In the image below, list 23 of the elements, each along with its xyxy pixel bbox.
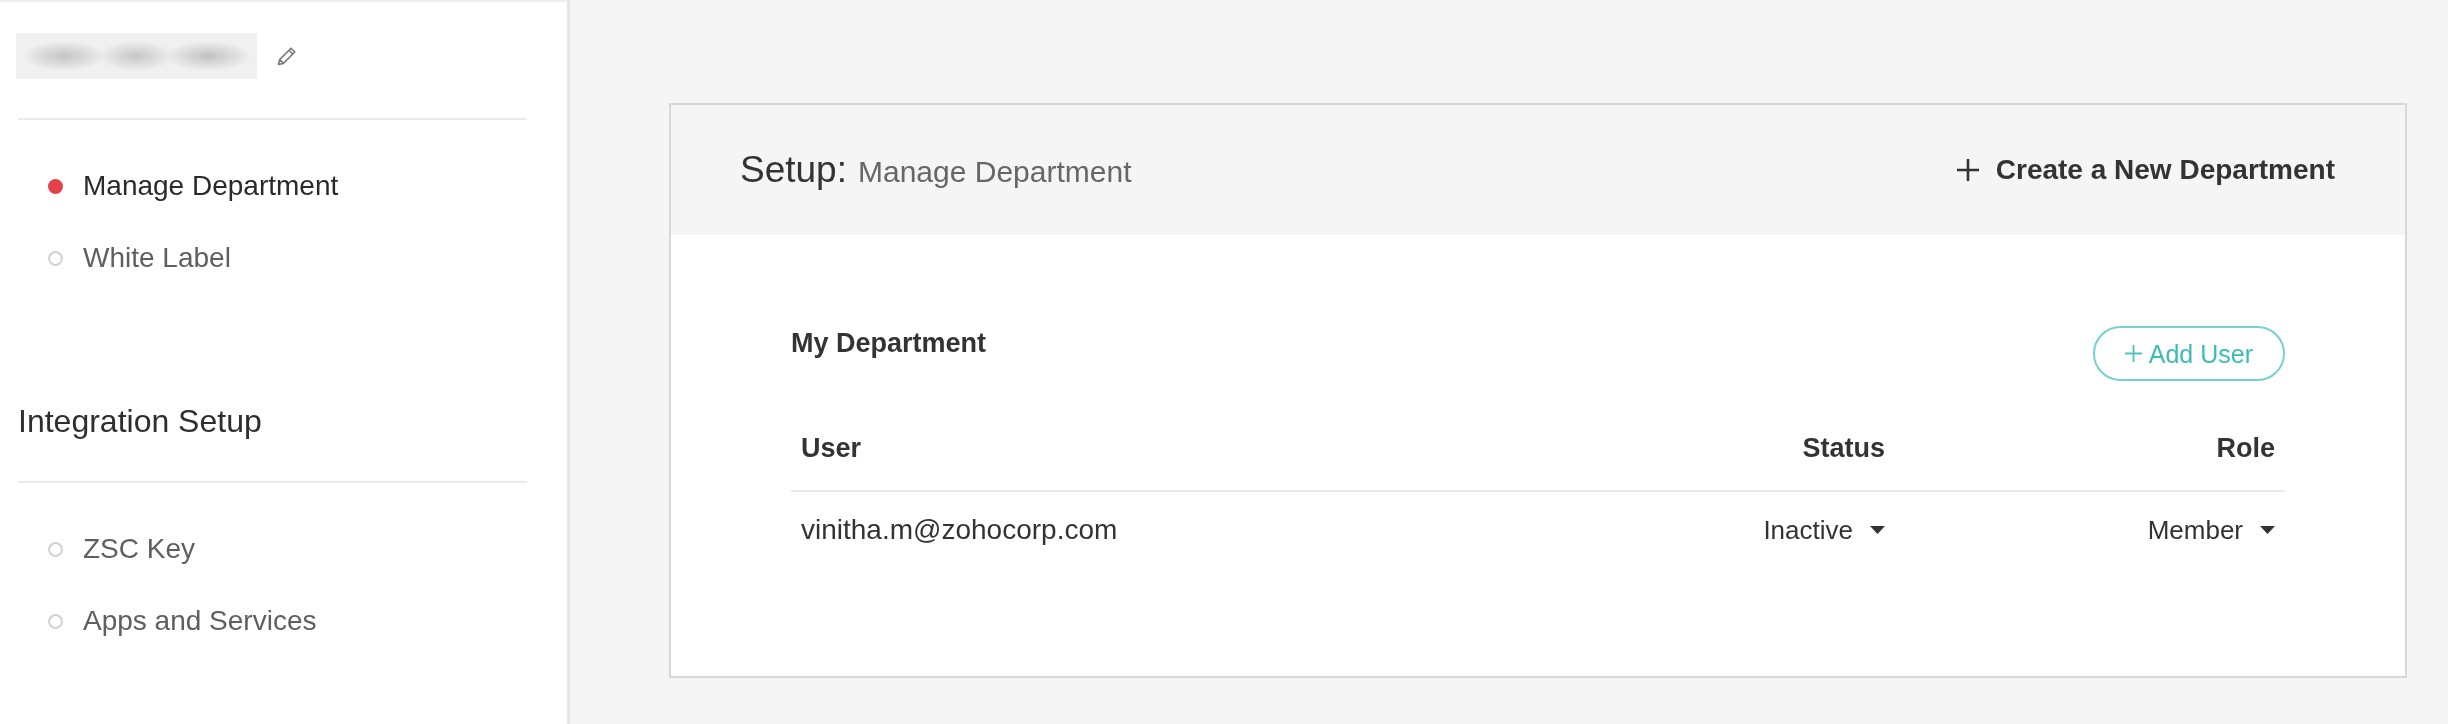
setup-label: Setup: xyxy=(740,148,847,192)
section-title: My Department xyxy=(791,327,987,360)
page-title: Manage Department xyxy=(858,154,1132,190)
sidebar-item[interactable]: Manage Department xyxy=(48,169,339,203)
plus-icon xyxy=(1955,158,1980,182)
column-header: Role xyxy=(2216,433,2275,463)
caret-icon xyxy=(1870,526,1885,534)
plus-icon xyxy=(2124,345,2142,362)
status-dropdown[interactable]: Inactive xyxy=(1763,513,1885,547)
sidebar-item[interactable]: ZSC Key xyxy=(48,532,196,566)
user-email: vinitha.m@zohocorp.com xyxy=(801,514,1118,545)
bullet-icon xyxy=(48,178,63,194)
bullet-icon xyxy=(48,613,63,629)
bullet-icon xyxy=(48,541,63,557)
bullet-icon xyxy=(48,250,63,266)
caret-icon xyxy=(2260,526,2275,534)
sidebar-item[interactable]: White Label xyxy=(48,241,231,275)
column-header: User xyxy=(801,433,862,463)
role-dropdown[interactable]: Member xyxy=(2147,513,2275,547)
column-header: Status xyxy=(1802,433,1885,463)
create-department-button[interactable]: Create a New Department xyxy=(1955,153,2335,187)
sidebar-item[interactable]: Apps and Services xyxy=(48,604,317,638)
sidebar-heading: Integration Setup xyxy=(18,402,262,440)
